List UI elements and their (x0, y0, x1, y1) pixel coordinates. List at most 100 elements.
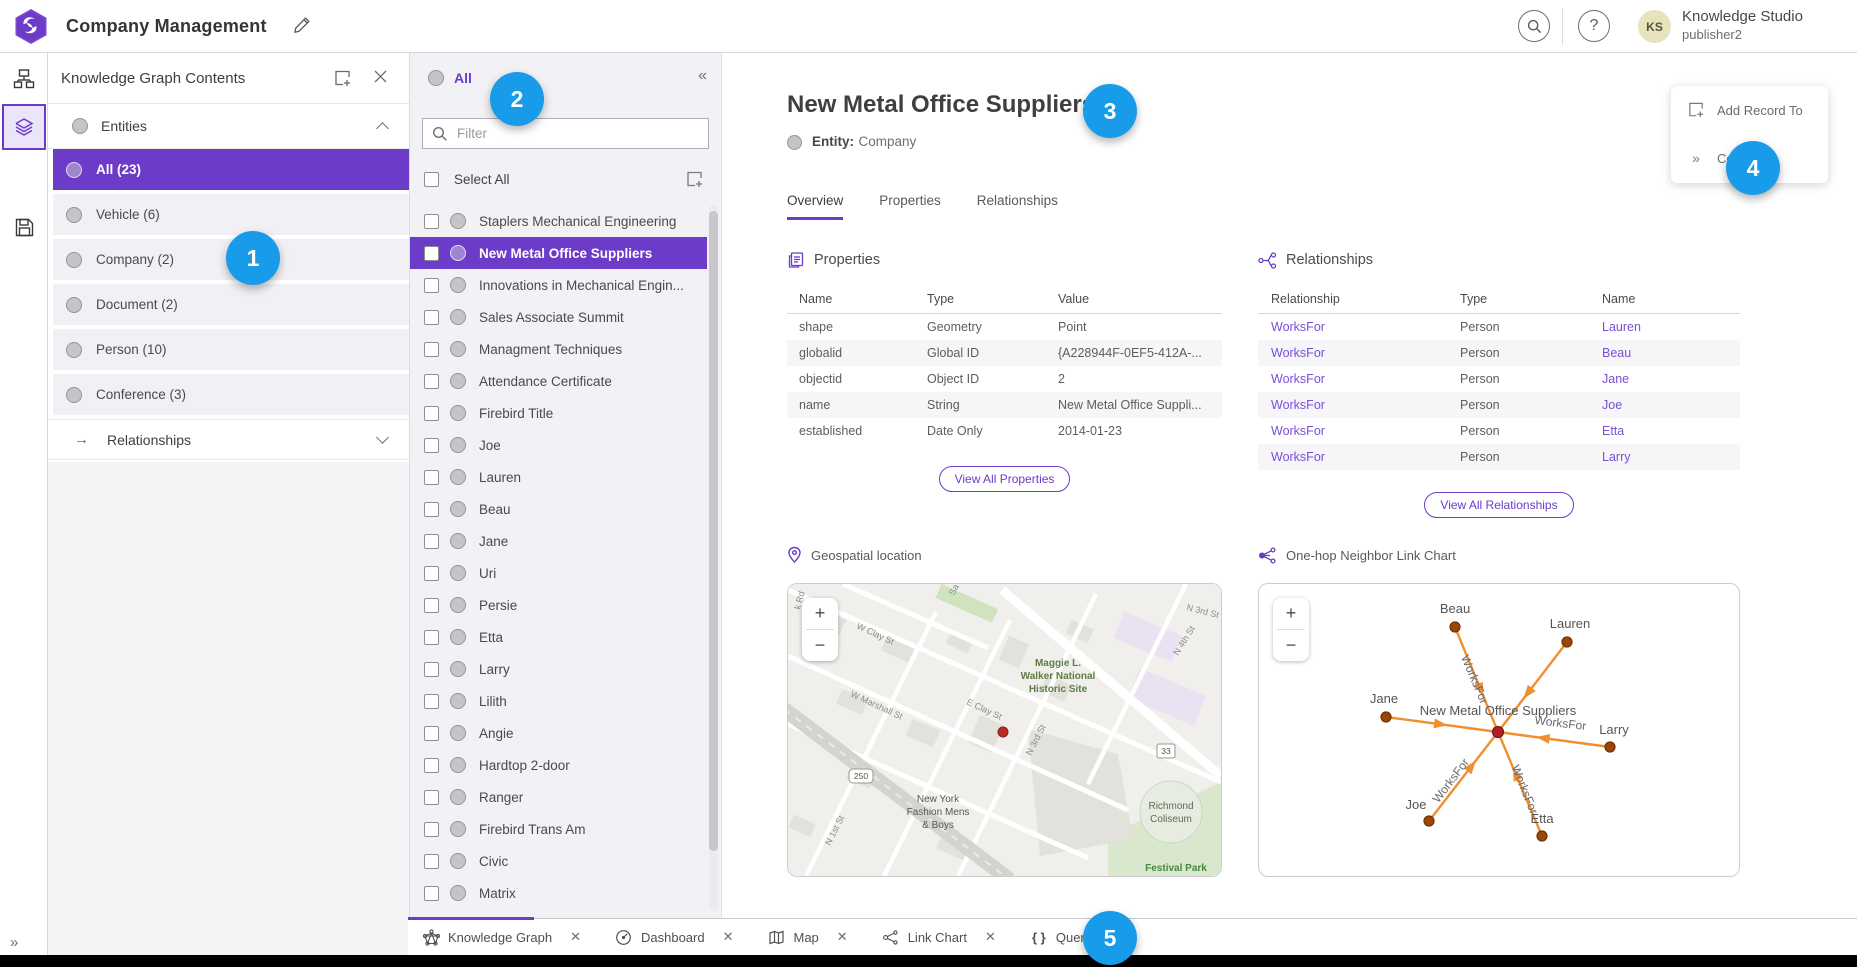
collapse-panel-icon[interactable]: « (698, 67, 707, 85)
link-chart-node[interactable] (1381, 712, 1391, 722)
list-item[interactable]: Lauren (410, 461, 707, 493)
table-cell[interactable]: WorksFor (1271, 320, 1460, 334)
item-checkbox[interactable] (424, 822, 439, 837)
item-checkbox[interactable] (424, 790, 439, 805)
help-icon[interactable]: ? (1578, 10, 1610, 42)
detail-tab-overview[interactable]: Overview (787, 193, 843, 220)
geospatial-map[interactable]: + − (787, 583, 1222, 877)
data-model-icon[interactable] (12, 67, 36, 91)
view-tab-knowledge-graph[interactable]: Knowledge Graph✕ (408, 919, 601, 955)
list-item[interactable]: Persie (410, 589, 707, 621)
avatar[interactable]: KS (1638, 10, 1671, 43)
item-checkbox[interactable] (424, 854, 439, 869)
list-item[interactable]: Staplers Mechanical Engineering (410, 205, 707, 237)
relationships-section-header[interactable]: → Relationships (48, 419, 409, 460)
view-all-properties-button[interactable]: View All Properties (939, 466, 1071, 492)
entity-type-row[interactable]: Conference (3) (53, 374, 409, 415)
contents-tool-selected[interactable] (2, 104, 46, 150)
table-cell[interactable]: Etta (1602, 424, 1740, 438)
item-checkbox[interactable] (424, 310, 439, 325)
item-checkbox[interactable] (424, 502, 439, 517)
view-tab-map[interactable]: Map✕ (754, 919, 868, 955)
item-checkbox[interactable] (424, 662, 439, 677)
item-checkbox[interactable] (424, 438, 439, 453)
list-item[interactable]: Attendance Certificate (410, 365, 707, 397)
select-all-row[interactable]: Select All (410, 165, 721, 195)
link-chart-node[interactable] (1605, 742, 1615, 752)
item-checkbox[interactable] (424, 246, 439, 261)
view-tab-link-chart[interactable]: Link Chart✕ (868, 919, 1016, 955)
table-cell[interactable]: WorksFor (1271, 424, 1460, 438)
close-panel-icon[interactable] (373, 69, 393, 89)
list-item[interactable]: Etta (410, 621, 707, 653)
item-checkbox[interactable] (424, 470, 439, 485)
list-item[interactable]: Firebird Trans Am (410, 813, 707, 845)
list-item[interactable]: New Metal Office Suppliers (410, 237, 707, 269)
select-all-checkbox[interactable] (424, 172, 439, 187)
entity-type-row[interactable]: All (23) (53, 149, 409, 190)
entities-section-header[interactable]: Entities (48, 104, 409, 149)
list-item[interactable]: Ranger (410, 781, 707, 813)
item-checkbox[interactable] (424, 214, 439, 229)
scrollbar-thumb[interactable] (709, 211, 718, 851)
zoom-in-button[interactable]: + (1273, 598, 1309, 629)
table-cell[interactable]: WorksFor (1271, 398, 1460, 412)
close-tab-icon[interactable]: ✕ (985, 929, 996, 945)
list-item[interactable]: Hardtop 2-door (410, 749, 707, 781)
item-checkbox[interactable] (424, 886, 439, 901)
entity-type-row[interactable]: Vehicle (6) (53, 194, 409, 235)
close-tab-icon[interactable]: ✕ (837, 929, 848, 945)
table-cell[interactable]: Lauren (1602, 320, 1740, 334)
item-checkbox[interactable] (424, 726, 439, 741)
list-item[interactable]: Firebird Title (410, 397, 707, 429)
link-chart-node[interactable] (1450, 622, 1460, 632)
list-item[interactable]: Uri (410, 557, 707, 589)
entity-type-row[interactable]: Document (2) (53, 284, 409, 325)
list-item[interactable]: Managment Techniques (410, 333, 707, 365)
link-chart-node[interactable] (1537, 831, 1547, 841)
close-tab-icon[interactable]: ✕ (723, 929, 734, 945)
menu-item-add-record-to[interactable]: Add Record To (1671, 86, 1828, 134)
add-record-icon[interactable] (685, 170, 705, 190)
link-chart-node[interactable] (1424, 816, 1434, 826)
list-item[interactable]: Matrix (410, 877, 707, 909)
item-checkbox[interactable] (424, 630, 439, 645)
table-cell[interactable]: WorksFor (1271, 450, 1460, 464)
list-item[interactable]: Angie (410, 717, 707, 749)
table-cell[interactable]: Larry (1602, 450, 1740, 464)
link-chart-center-node[interactable] (1493, 727, 1504, 738)
table-cell[interactable]: Beau (1602, 346, 1740, 360)
zoom-out-button[interactable]: − (1273, 630, 1309, 661)
list-item[interactable]: Jane (410, 525, 707, 557)
list-item[interactable]: Joe (410, 429, 707, 461)
item-checkbox[interactable] (424, 758, 439, 773)
item-checkbox[interactable] (424, 598, 439, 613)
view-all-relationships-button[interactable]: View All Relationships (1424, 492, 1573, 518)
list-item[interactable]: Larry (410, 653, 707, 685)
link-chart-canvas[interactable]: WorksForWorksForWorksForWorksForBeauLaur… (1259, 584, 1739, 876)
list-item[interactable]: Innovations in Mechanical Engin... (410, 269, 707, 301)
one-hop-link-chart[interactable]: + − WorksForWorksForWorksForWorksForBeau… (1258, 583, 1740, 877)
detail-tab-relationships[interactable]: Relationships (977, 193, 1058, 220)
item-checkbox[interactable] (424, 534, 439, 549)
list-item[interactable]: Beau (410, 493, 707, 525)
list-item[interactable]: Lilith (410, 685, 707, 717)
list-item[interactable]: Sales Associate Summit (410, 301, 707, 333)
link-chart-node[interactable] (1562, 637, 1572, 647)
expand-rail-icon[interactable]: » (10, 934, 17, 951)
close-tab-icon[interactable]: ✕ (570, 929, 581, 945)
zoom-out-button[interactable]: − (802, 630, 838, 661)
save-icon[interactable] (12, 215, 36, 239)
search-icon[interactable] (1518, 10, 1550, 42)
item-checkbox[interactable] (424, 342, 439, 357)
map-canvas[interactable]: 250 33 W Clay StW Marshall StE Clay StN … (788, 584, 1221, 876)
table-cell[interactable]: WorksFor (1271, 346, 1460, 360)
add-record-icon[interactable] (333, 69, 353, 89)
item-checkbox[interactable] (424, 694, 439, 709)
list-item[interactable]: Civic (410, 845, 707, 877)
item-checkbox[interactable] (424, 566, 439, 581)
table-cell[interactable]: Jane (1602, 372, 1740, 386)
filter-input[interactable] (457, 119, 704, 148)
table-cell[interactable]: WorksFor (1271, 372, 1460, 386)
view-tab-dashboard[interactable]: Dashboard✕ (601, 919, 754, 955)
